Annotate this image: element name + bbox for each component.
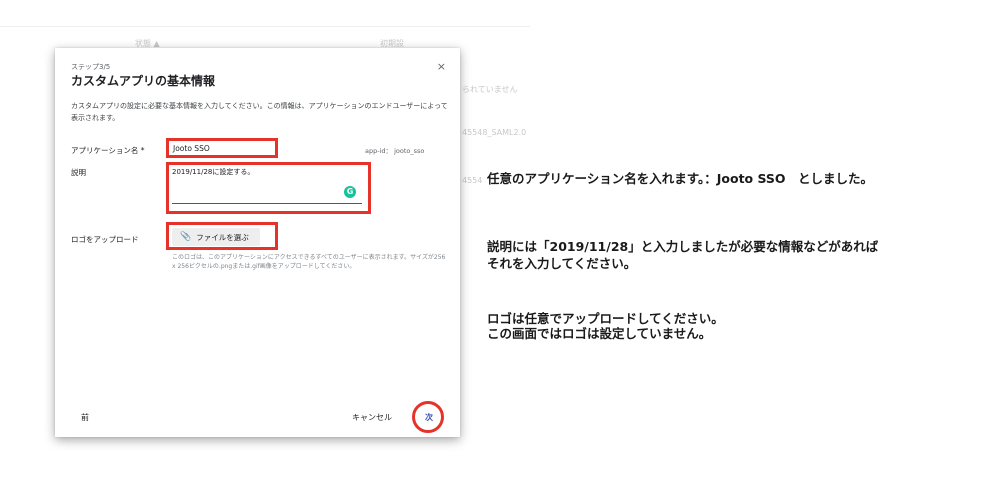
annotation-app-name: 任意のアプリケーション名を入れます。：Jooto SSO としました。 — [487, 171, 874, 186]
annotation-description-2: それを入力してください。 — [487, 256, 637, 271]
annotation-logo-1: ロゴは任意でアップロードしてください。 — [487, 311, 724, 326]
cancel-button[interactable]: キャンセル — [352, 412, 392, 423]
logo-upload-label: ロゴをアップロード — [71, 235, 139, 244]
choose-file-button[interactable]: 📎 ファイルを選ぶ — [172, 228, 260, 246]
app-name-label: アプリケーション名 * — [71, 146, 145, 155]
background-row-text: 4554 — [462, 176, 483, 185]
description-label: 説明 — [71, 168, 86, 177]
background-row-text: られていません — [462, 85, 518, 94]
custom-app-dialog: ステップ3/5 カスタムアプリの基本情報 × カスタムアプリの設定に必要な基本情… — [55, 48, 460, 437]
app-name-input[interactable]: Jooto SSO — [170, 142, 277, 156]
description-input[interactable]: 2019/11/28に設定する。 — [172, 167, 254, 177]
background-divider — [0, 26, 530, 27]
dialog-title: カスタムアプリの基本情報 — [71, 74, 216, 88]
app-id-text: app-id： jooto_sso — [365, 147, 425, 155]
description-underline — [172, 203, 362, 204]
annotation-description-1: 説明には「2019/11/28」と入力しましたが必要な情報などがあれば — [487, 239, 879, 254]
dialog-intro: カスタムアプリの設定に必要な基本情報を入力してください。この情報は、アプリケーシ… — [71, 102, 448, 122]
annotation-logo-2: この画面ではロゴは設定していません。 — [487, 326, 712, 341]
background-row-text: 45548_SAML2.0 — [462, 128, 527, 137]
close-icon[interactable]: × — [437, 60, 446, 73]
logo-help-text: このロゴは、このアプリケーションにアクセスできるすべてのユーザーに表示されます。… — [172, 254, 446, 270]
choose-file-label: ファイルを選ぶ — [196, 232, 249, 242]
paperclip-icon: 📎 — [180, 232, 192, 242]
step-indicator: ステップ3/5 — [71, 63, 111, 71]
next-button[interactable]: 次 — [425, 412, 433, 423]
prev-button[interactable]: 前 — [81, 412, 89, 423]
grammarly-icon[interactable]: G — [344, 186, 356, 198]
